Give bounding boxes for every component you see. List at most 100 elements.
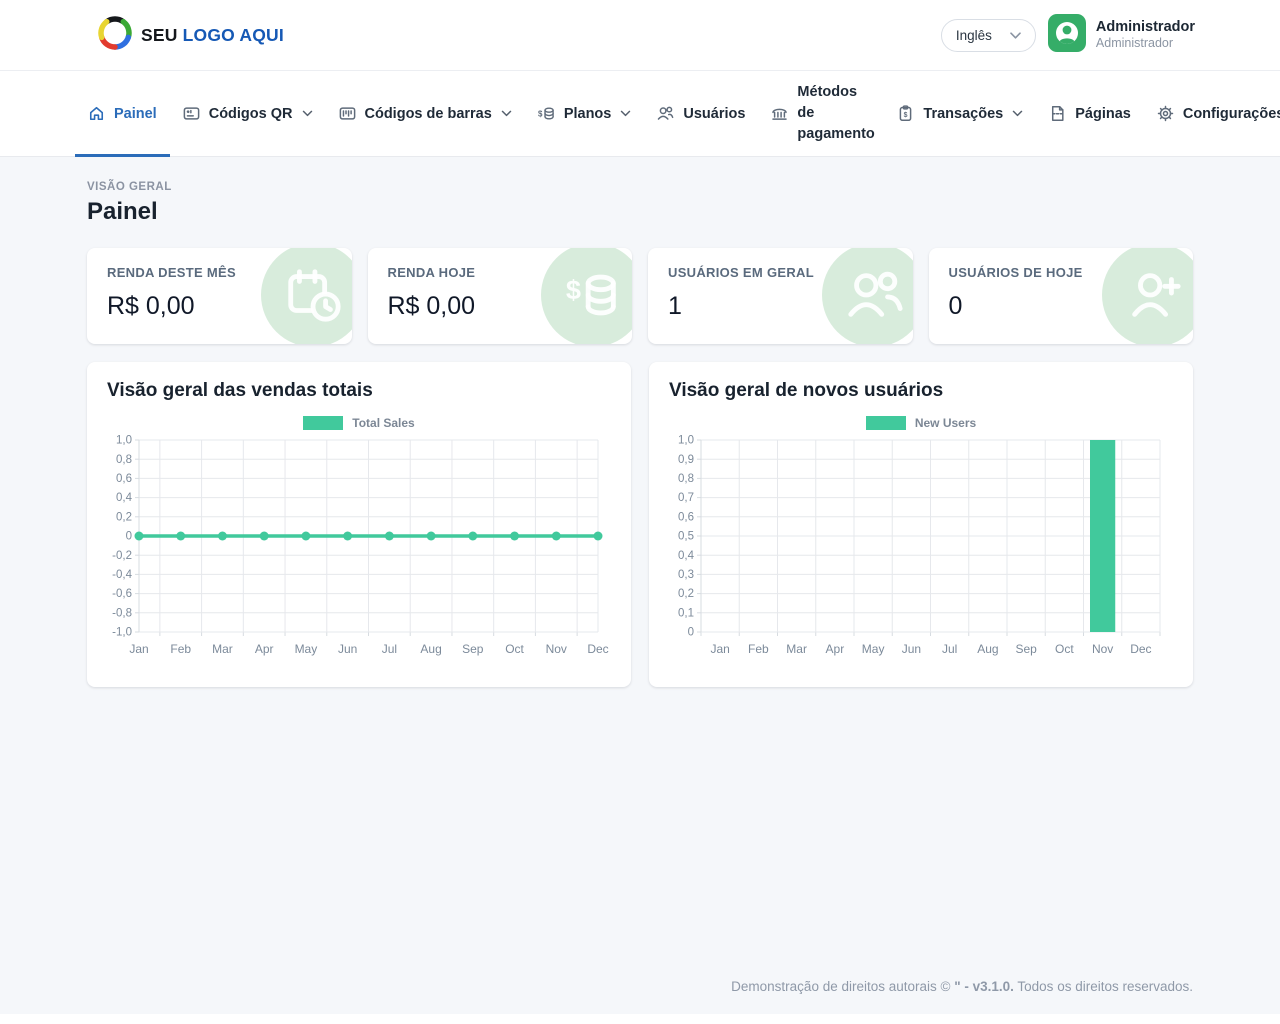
svg-text:Jan: Jan [710,642,729,656]
chart-title: Visão geral das vendas totais [107,380,611,402]
barcode-card-icon [339,105,356,122]
svg-text:Jun: Jun [338,642,357,656]
avatar [1048,14,1086,57]
svg-text:Sep: Sep [1015,642,1037,656]
svg-text:May: May [295,642,318,656]
svg-text:0,3: 0,3 [678,569,694,581]
user-name: Administrador [1096,18,1195,36]
language-selector-value: Inglês [956,28,992,43]
svg-text:Feb: Feb [170,642,191,656]
svg-text:Dec: Dec [587,642,608,656]
user-menu[interactable]: Administrador Administrador [1048,14,1195,57]
bottom-strip [0,1014,1280,1024]
qr-card-icon [183,105,200,122]
stat-label: USUÁRIOS EM GERAL [668,265,893,280]
svg-text:-0,6: -0,6 [112,588,132,600]
svg-text:0,4: 0,4 [678,550,695,562]
svg-text:0,5: 0,5 [678,531,694,543]
svg-text:0,9: 0,9 [678,454,694,466]
chevron-down-icon [1012,110,1023,117]
svg-text:Nov: Nov [546,642,567,656]
top-header: SEU LOGO AQUI Inglês [0,0,1280,71]
svg-text:Jul: Jul [942,642,957,656]
svg-text:0: 0 [126,531,132,543]
svg-text:0,4: 0,4 [116,492,133,504]
svg-text:0,6: 0,6 [116,473,132,485]
svg-text:-0,4: -0,4 [112,569,132,581]
page-title: Painel [87,198,1193,226]
svg-text:0: 0 [688,627,694,639]
nav-item-codigos-de-barras[interactable]: Códigos de barras [326,71,525,156]
svg-text:Oct: Oct [505,642,524,656]
svg-text:Nov: Nov [1092,642,1113,656]
chart-title: Visão geral de novos usuários [669,380,1173,402]
stat-label: USUÁRIOS DE HOJE [949,265,1174,280]
svg-text:1,0: 1,0 [678,435,694,447]
svg-text:0,2: 0,2 [678,588,694,600]
stats-row: RENDA DESTE MÊS R$ 0,00 RENDA HOJE R$ 0,… [87,248,1193,344]
svg-text:Jun: Jun [902,642,921,656]
nav-item-metodos-de-pagamento[interactable]: Métodos de pagamento [758,71,884,156]
svg-text:0,8: 0,8 [116,454,132,466]
nav-item-transacoes[interactable]: $ Transações [884,71,1036,156]
stat-card-usuarios-de-hoje: USUÁRIOS DE HOJE 0 [929,248,1194,344]
new-users-chart-card: Visão geral de novos usuários New Users … [649,362,1193,687]
stat-value: 1 [668,292,893,321]
language-selector[interactable]: Inglês [941,19,1036,52]
nav-item-planos[interactable]: $ Planos [525,71,645,156]
nav-item-configuracoes[interactable]: Configurações [1144,71,1280,156]
nav-item-usuarios[interactable]: Usuários [644,71,758,156]
chevron-down-icon [302,110,313,117]
chevron-down-icon [501,110,512,117]
main-nav: Painel Códigos QR Códigos de barras $ Pl… [0,71,1280,157]
home-icon [88,105,105,122]
users-icon [657,105,674,122]
svg-text:0,1: 0,1 [678,607,694,619]
legend-swatch [303,416,343,430]
total-sales-line-chart: 1,0 0,8 0,6 0,4 0,2 0 -0,2 -0,4 -0,6 -0,8 -1,0 Jan F… [107,432,611,662]
stat-card-renda-hoje: RENDA HOJE R$ 0,00 $ [368,248,633,344]
stat-value: R$ 0,00 [107,292,332,321]
svg-text:Apr: Apr [255,642,274,656]
svg-text:Oct: Oct [1055,642,1074,656]
brand-logo[interactable]: SEU LOGO AQUI [95,13,284,58]
clipboard-dollar-icon: $ [897,105,914,122]
legend-swatch [866,416,906,430]
svg-text:Aug: Aug [420,642,441,656]
svg-text:$: $ [904,112,908,119]
svg-text:May: May [862,642,885,656]
svg-text:Dec: Dec [1130,642,1151,656]
stat-label: RENDA DESTE MÊS [107,265,332,280]
svg-text:Mar: Mar [786,642,807,656]
chart-legend: Total Sales [107,416,611,430]
stat-label: RENDA HOJE [388,265,613,280]
copyright-footer: Demonstração de direitos autorais © " - … [87,979,1193,1014]
svg-text:Jan: Jan [129,642,148,656]
nav-item-paginas[interactable]: Páginas [1036,71,1144,156]
gear-icon [1157,105,1174,122]
nav-item-codigos-qr[interactable]: Códigos QR [170,71,326,156]
page-icon [1049,105,1066,122]
svg-text:Jul: Jul [382,642,397,656]
stat-card-usuarios-em-geral: USUÁRIOS EM GERAL 1 [648,248,913,344]
plans-coins-icon: $ [538,105,555,122]
svg-text:0,2: 0,2 [116,511,132,523]
chart-legend: New Users [669,416,1173,430]
svg-text:$: $ [538,110,543,119]
legend-label: Total Sales [352,416,414,430]
svg-text:-0,2: -0,2 [112,550,132,562]
svg-text:Sep: Sep [462,642,484,656]
svg-text:1,0: 1,0 [116,435,132,447]
breadcrumb-eyebrow: VISÃO GERAL [87,181,1193,193]
new-users-bar-chart: 1,00,90,80,70,60,50,40,30,20,10JanFebMar… [669,432,1173,662]
svg-text:0,6: 0,6 [678,511,694,523]
stat-value: 0 [949,292,1174,321]
svg-text:Aug: Aug [977,642,998,656]
svg-text:-1,0: -1,0 [112,627,132,639]
bank-icon [771,105,788,122]
user-role: Administrador [1096,36,1195,52]
svg-text:-0,8: -0,8 [112,607,132,619]
nav-item-painel[interactable]: Painel [75,71,170,156]
chevron-down-icon [620,110,631,117]
svg-text:Apr: Apr [826,642,845,656]
